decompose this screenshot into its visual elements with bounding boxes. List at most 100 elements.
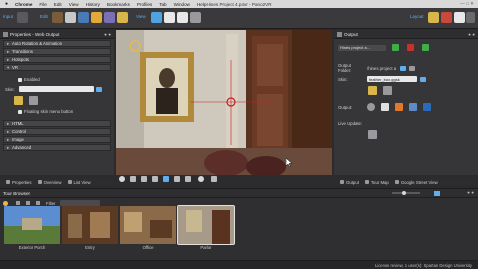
live-update-icon[interactable]: [368, 130, 377, 139]
panel-close-icon[interactable]: ● ●: [104, 32, 111, 37]
thumbnail-size-icon[interactable]: [434, 191, 440, 196]
filter-edit-icon[interactable]: [36, 201, 40, 205]
output-html5-icon[interactable]: [395, 103, 403, 111]
tour-node-office[interactable]: [120, 206, 176, 244]
menu-edit[interactable]: Edit: [54, 2, 62, 7]
tool-icon[interactable]: [185, 176, 191, 182]
vr-enabled-checkbox[interactable]: [18, 77, 22, 82]
tab-label: Overview: [43, 179, 62, 185]
output-vr-icon[interactable]: [423, 103, 431, 111]
tool-icon[interactable]: [211, 176, 217, 182]
globe-icon[interactable]: [119, 176, 125, 182]
filter-label: Filter: [46, 200, 56, 206]
menu-profiles[interactable]: Profiles: [137, 2, 152, 7]
layout-star-icon[interactable]: [428, 12, 439, 23]
tour-node-parlor[interactable]: [177, 205, 235, 245]
tab-tour-map[interactable]: Tour Map: [364, 180, 389, 185]
skin-menu-icon[interactable]: [96, 86, 102, 92]
menu-bookmarks[interactable]: Bookmarks: [107, 2, 130, 7]
target-icon[interactable]: [198, 176, 204, 182]
menu-chrome[interactable]: Chrome: [15, 2, 32, 7]
section-image[interactable]: ▸ Image: [3, 136, 111, 143]
tour-browser-title: Tour Browser: [3, 190, 31, 196]
open-folder-icon[interactable]: [409, 65, 416, 71]
image-icon[interactable]: [65, 12, 76, 23]
filter-add-icon[interactable]: [16, 201, 20, 205]
section-hotspots[interactable]: ▸ Hotspots: [3, 56, 111, 63]
output-skin-row: Skin: feather_box.ggsk: [338, 76, 478, 82]
skin-star-icon[interactable]: [368, 86, 377, 95]
grid-icon[interactable]: [104, 12, 115, 23]
tab-label: List View: [73, 179, 91, 185]
menu-history[interactable]: History: [86, 2, 100, 7]
skin-edit-icon[interactable]: [383, 86, 392, 95]
section-control[interactable]: ▸ Control: [3, 128, 111, 135]
skin-browse-icon[interactable]: [420, 76, 426, 82]
page-icon[interactable]: [177, 12, 188, 23]
tab-overview[interactable]: Overview: [37, 179, 62, 185]
filter-remove-icon[interactable]: [26, 201, 30, 205]
remove-output-icon[interactable]: [407, 44, 414, 51]
output-folder-label: Output Folder:: [338, 63, 352, 73]
project-icon[interactable]: [52, 12, 63, 23]
skin-star-icon[interactable]: [14, 96, 23, 105]
vr-skin-input[interactable]: [19, 86, 94, 92]
section-transitions[interactable]: ▸ Transitions: [3, 48, 111, 55]
menu-help[interactable]: Help: [197, 2, 206, 7]
panel-close-icon[interactable]: ● ●: [468, 32, 475, 37]
menu-window[interactable]: Window: [174, 2, 190, 7]
add-output-icon[interactable]: [392, 44, 399, 51]
vr-skin-icons: [14, 96, 114, 105]
menu-tab[interactable]: Tab: [159, 2, 166, 7]
tool-icon[interactable]: [163, 176, 169, 182]
menu-view[interactable]: View: [69, 2, 79, 7]
view-label[interactable]: View: [136, 14, 146, 19]
output-monitor-icon[interactable]: [381, 103, 389, 111]
floating-menu-checkbox[interactable]: [18, 109, 22, 114]
info-icon[interactable]: [3, 200, 8, 206]
tool-icon[interactable]: [152, 176, 158, 182]
image-export-icon[interactable]: [454, 12, 465, 23]
tour-node-entry[interactable]: [62, 206, 118, 244]
output-skin-input[interactable]: feather_box.ggsk: [367, 76, 417, 82]
build-output-icon[interactable]: [422, 44, 429, 51]
section-advanced[interactable]: ▸ Advanced: [3, 144, 111, 151]
menu-file[interactable]: File: [39, 2, 46, 7]
tab-output[interactable]: Output: [340, 180, 359, 185]
output-gear-icon[interactable]: [367, 103, 375, 111]
cloud-icon[interactable]: [441, 12, 452, 23]
tool-icon[interactable]: [174, 176, 180, 182]
more-icon[interactable]: [466, 12, 475, 23]
edit-label[interactable]: Edit: [40, 14, 48, 19]
section-vr[interactable]: ▾ VR: [3, 64, 111, 71]
output-format-select[interactable]: Hines project a...: [338, 44, 386, 51]
tab-list-view[interactable]: List View: [67, 179, 91, 185]
layout-label[interactable]: Layout: [410, 14, 424, 19]
tab-properties[interactable]: Properties: [6, 180, 32, 185]
status-bar: License review, 1 user(s): Spartan Desig…: [0, 260, 478, 269]
tab-street-view[interactable]: Google Street View: [394, 180, 438, 185]
zoom-thumb[interactable]: [402, 191, 406, 195]
hotspot-icon[interactable]: [78, 12, 89, 23]
tool-icon[interactable]: [141, 176, 147, 182]
zoom-slider[interactable]: [392, 192, 420, 194]
pin-icon[interactable]: [91, 12, 102, 23]
window-controls: — □ ✕: [460, 1, 474, 6]
section-html[interactable]: ▸ HTML: [3, 120, 111, 127]
camera-icon[interactable]: [190, 12, 201, 23]
view-mode-icon[interactable]: [151, 12, 162, 23]
input-add-icon[interactable]: [17, 12, 28, 23]
tool-icon[interactable]: [130, 176, 136, 182]
panorama-viewer[interactable]: [116, 30, 332, 175]
panel-close-icon[interactable]: ● ●: [467, 190, 474, 195]
output-share-icon[interactable]: [409, 103, 417, 111]
node-thumbnail: [4, 206, 60, 244]
input-label[interactable]: Input: [3, 14, 13, 19]
tour-node-exterior-porch[interactable]: [4, 206, 60, 244]
section-auto-rotation[interactable]: ▸ Auto Rotation & Animation: [3, 40, 111, 47]
skin-edit-icon[interactable]: [29, 96, 38, 105]
document-icon[interactable]: [164, 12, 175, 23]
star-icon[interactable]: [117, 12, 128, 23]
folder-icon[interactable]: [400, 65, 407, 71]
apple-icon[interactable]: ●: [5, 1, 8, 7]
